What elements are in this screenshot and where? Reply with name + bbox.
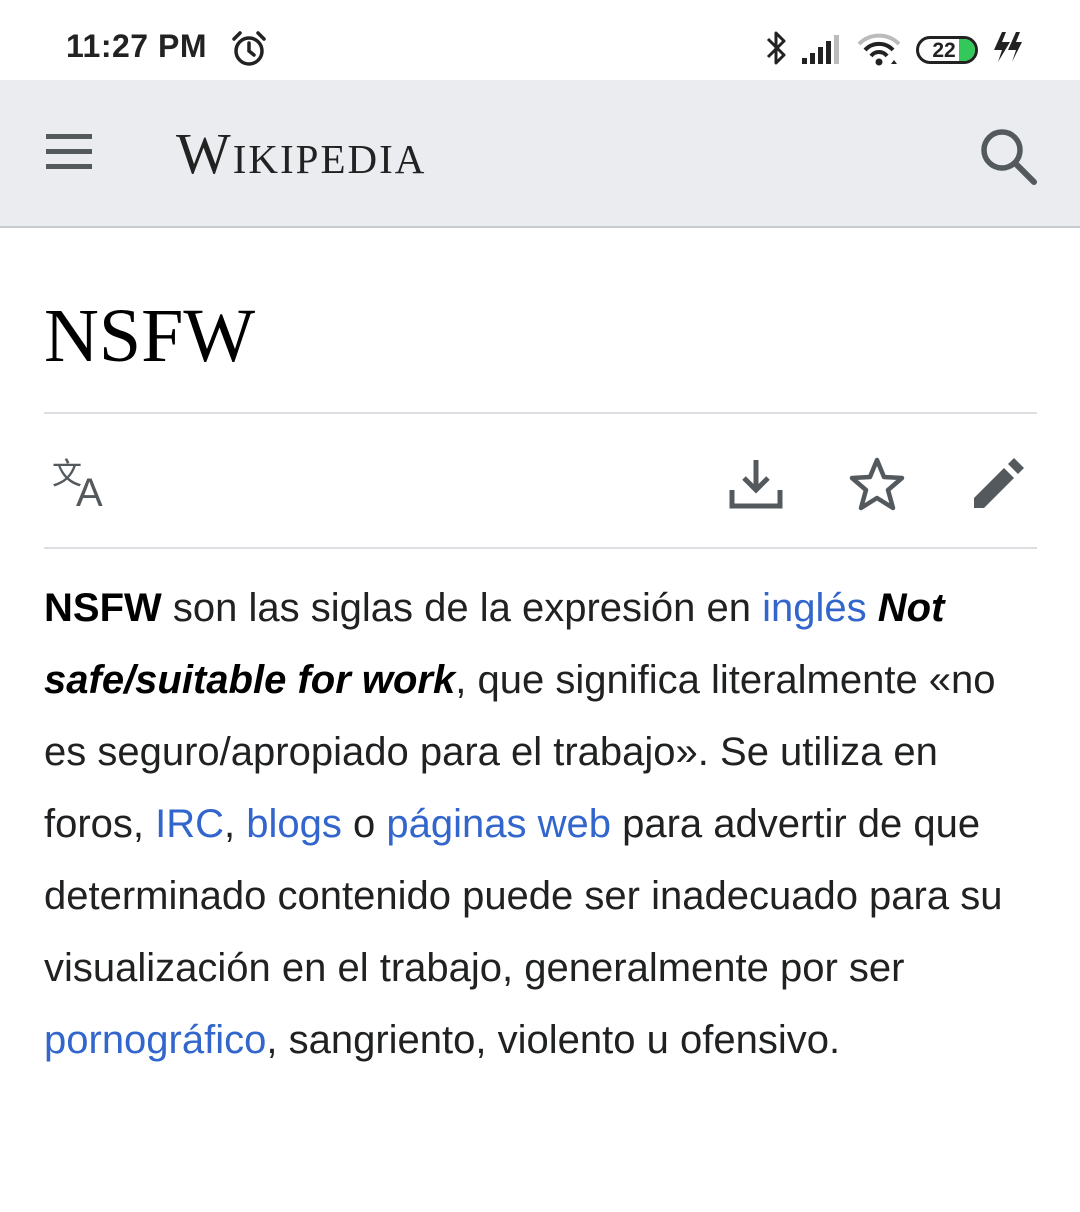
app-header: Wikipedia <box>0 80 1080 228</box>
title-divider <box>44 412 1037 414</box>
link-ingles[interactable]: inglés <box>762 586 867 630</box>
link-irc[interactable]: IRC <box>155 802 224 846</box>
link-paginas-web[interactable]: páginas web <box>386 802 611 846</box>
status-time: 11:27 PM <box>66 28 207 64</box>
search-icon[interactable] <box>976 124 1040 188</box>
link-pornografico[interactable]: pornográfico <box>44 1018 266 1062</box>
edit-pencil-icon[interactable] <box>970 456 1026 517</box>
bold-term: NSFW <box>44 586 162 630</box>
page-title: NSFW <box>44 294 256 378</box>
status-bar: 11:27 PM 22 <box>0 0 1080 80</box>
language-translate-icon[interactable]: 文 A <box>52 457 112 515</box>
battery-level: 22 <box>932 39 956 62</box>
link-blogs[interactable]: blogs <box>246 802 342 846</box>
battery-icon: 22 <box>916 36 978 64</box>
toolbar-divider <box>44 547 1037 549</box>
signal-icon <box>800 28 844 73</box>
wifi-icon <box>856 28 902 73</box>
svg-text:A: A <box>76 471 103 510</box>
alarm-icon <box>230 30 268 73</box>
hamburger-menu-icon[interactable] <box>40 128 102 180</box>
article-paragraph: NSFW son las siglas de la expresión en i… <box>44 586 1003 1062</box>
wikipedia-logo[interactable]: Wikipedia <box>176 120 426 187</box>
bluetooth-icon <box>762 28 790 73</box>
charging-icon <box>990 28 1024 73</box>
star-icon[interactable] <box>848 456 906 517</box>
download-icon[interactable] <box>728 456 784 517</box>
